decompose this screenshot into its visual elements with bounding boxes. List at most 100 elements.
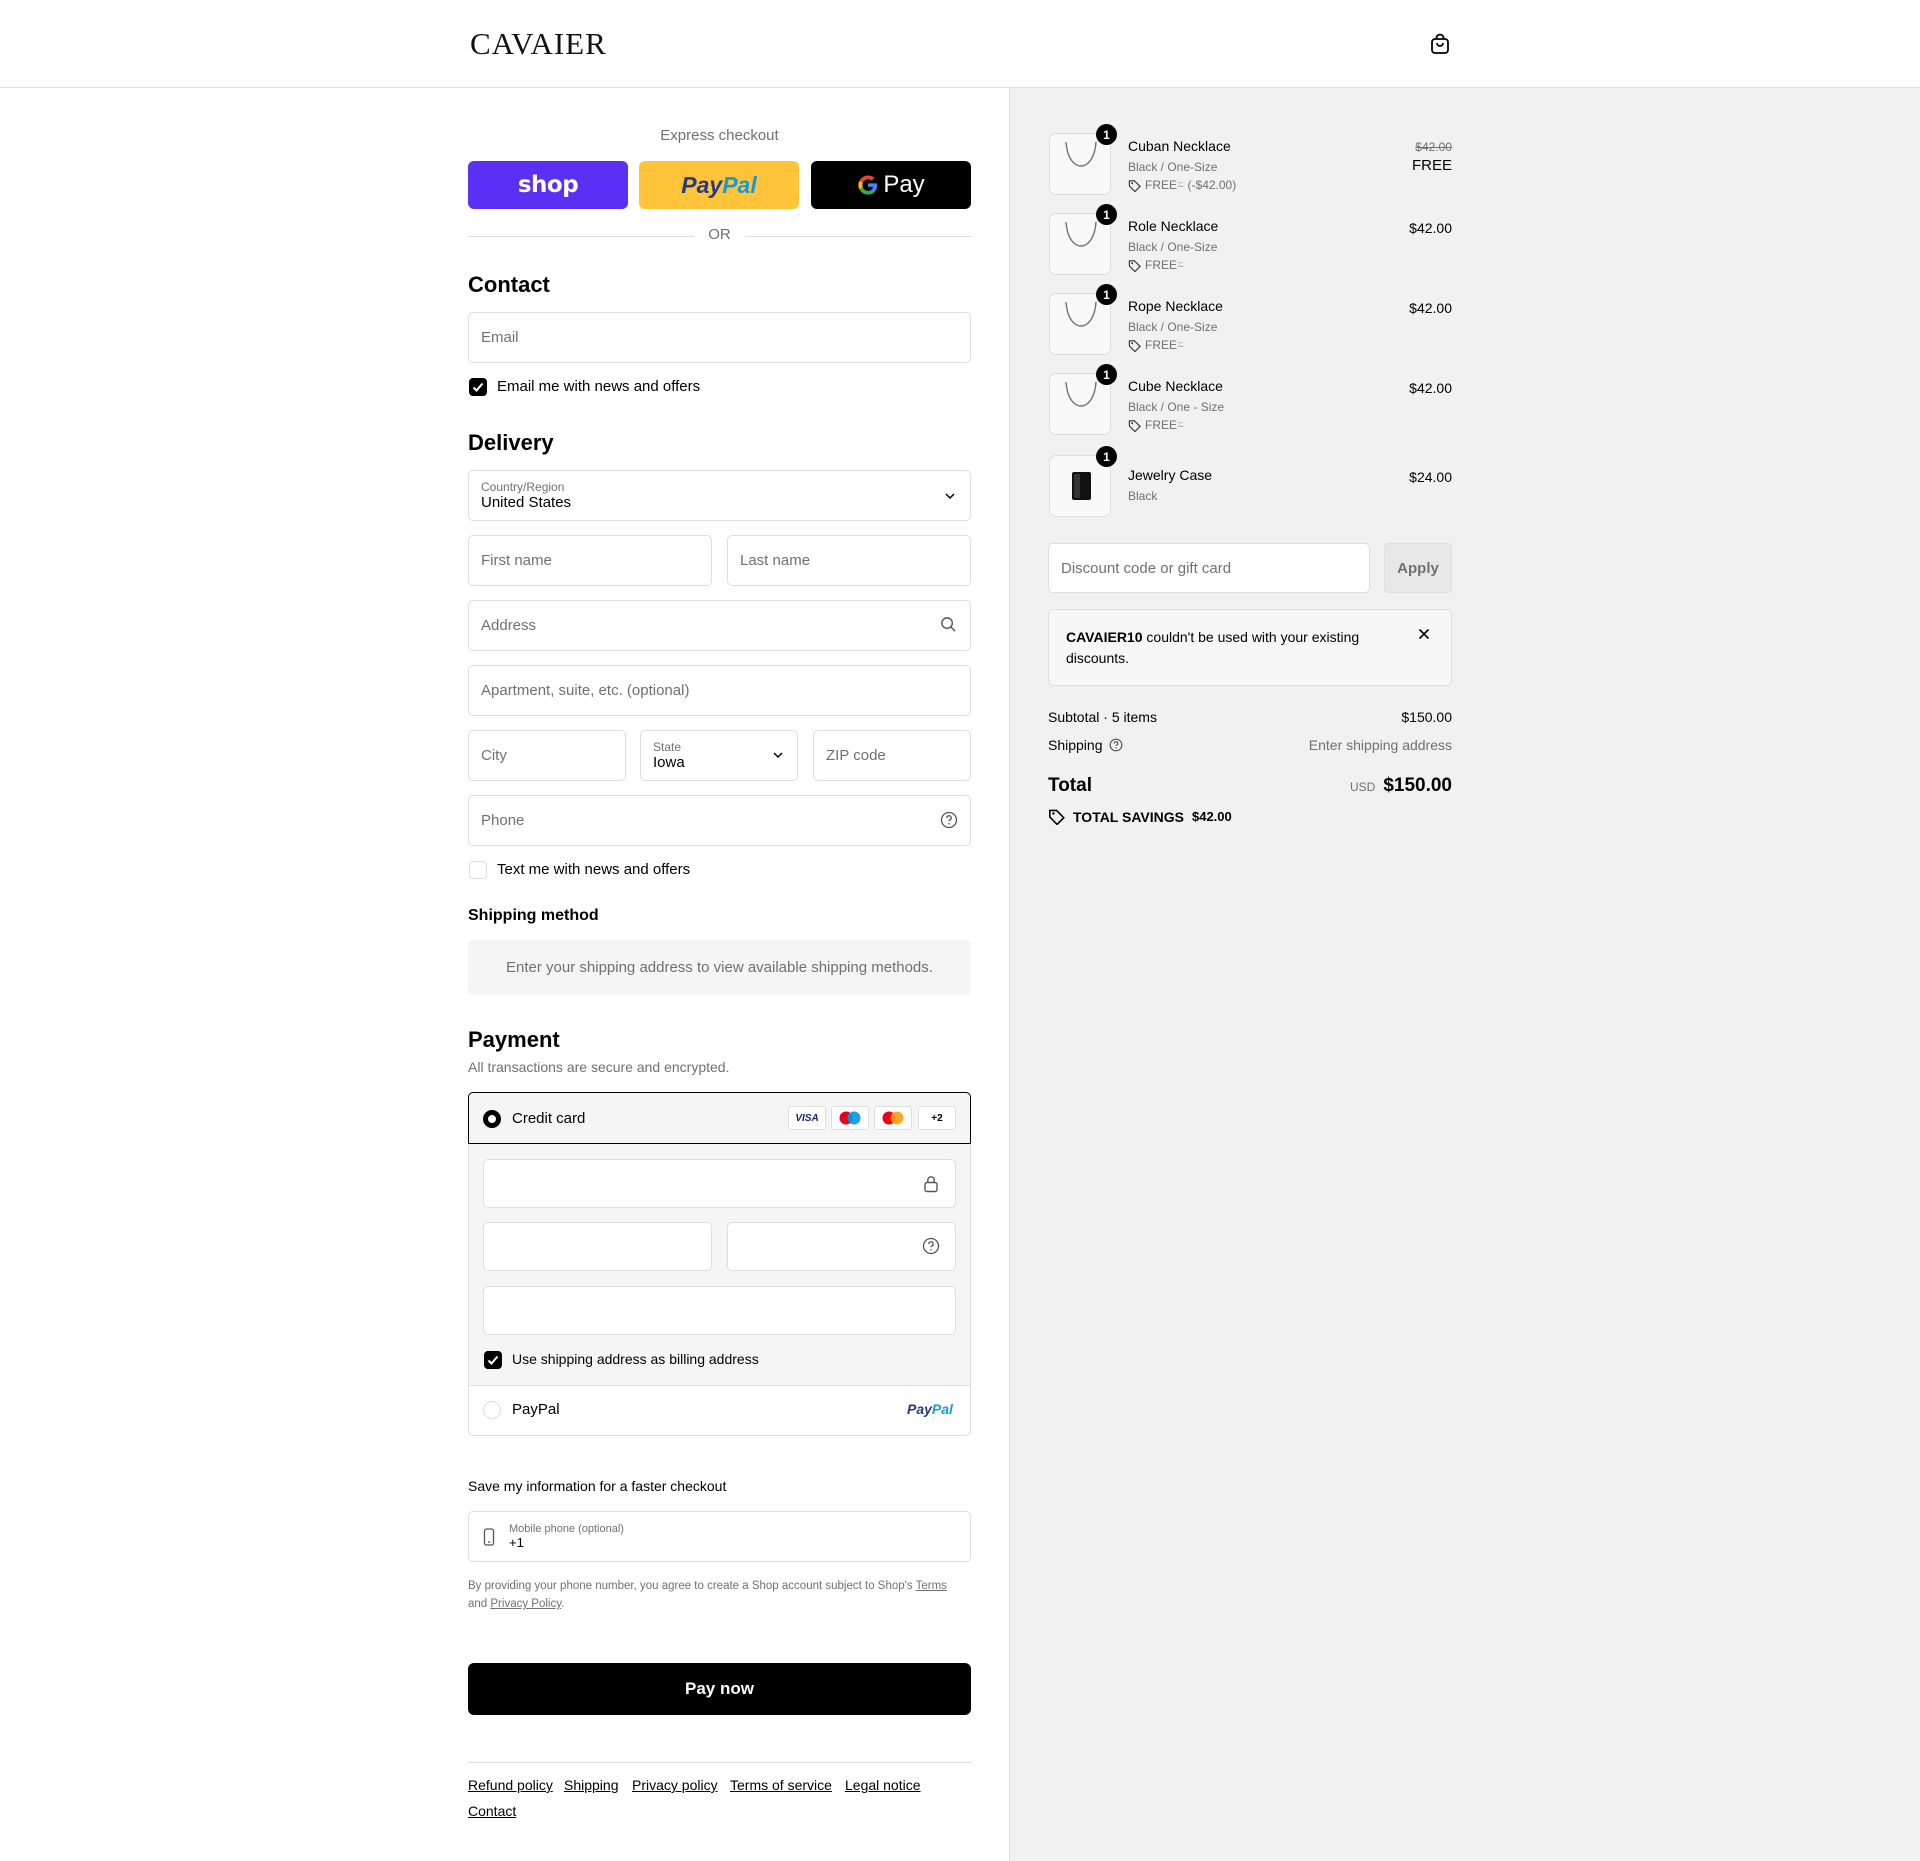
zip-field[interactable]: ZIP code [813,730,971,781]
currency-code: USD [1349,780,1376,794]
address-field[interactable]: Address [468,600,971,651]
quantity-badge: 1 [1096,364,1117,385]
email-field[interactable]: Email [468,312,971,363]
maestro-icon [839,1111,861,1125]
visa-logo: VISA [788,1106,826,1130]
apartment-field[interactable]: Apartment, suite, etc. (optional) [468,665,971,716]
tag-icon [1049,809,1065,825]
paypal-express-button[interactable]: PayPal [639,161,799,209]
phone-field[interactable]: Phone [468,795,971,846]
country-select[interactable]: Country/Region United States [468,470,971,521]
legal-and: and [468,1598,488,1610]
state-value: Iowa [653,754,685,771]
item-discount: FREE⍨ (-$42.00) [1128,178,1236,193]
discount-code-field[interactable]: Discount code or gift card [1048,543,1370,593]
country-value: United States [481,494,572,511]
product-thumbnail: 1 [1049,204,1117,275]
shop-terms-link[interactable]: Terms [916,1580,947,1592]
quantity-badge: 1 [1096,446,1117,467]
contact-link[interactable]: Contact [468,1803,516,1819]
quantity-badge: 1 [1096,284,1117,305]
more-cards-badge: +2 [918,1106,956,1130]
shopping-bag-icon[interactable] [1428,32,1452,56]
name-on-card-field[interactable] [483,1286,956,1335]
item-variant: Black / One-Size [1128,240,1218,254]
google-pay-label: Pay [883,171,925,198]
discount-label: FREE⍨ [1145,418,1185,432]
close-icon[interactable] [1417,627,1431,641]
total-amount: USD $150.00 [1350,775,1452,797]
terms-of-service-link[interactable]: Terms of service [730,1777,832,1793]
discount-code-placeholder: Discount code or gift card [1061,559,1232,577]
help-circle-icon[interactable] [940,811,958,829]
item-price: FREE [1411,157,1452,174]
footer-divider [468,1762,971,1763]
discount-label: FREE⍨ (-$42.00) [1145,178,1237,192]
item-price: $24.00 [1409,469,1452,485]
last-name-field[interactable]: Last name [727,535,971,586]
item-name: Jewelry Case [1128,467,1213,483]
item-discount: FREE⍨ [1128,338,1184,353]
google-g-icon [858,175,878,195]
billing-address-checkbox[interactable] [484,1351,502,1369]
save-info-heading: Save my information for a faster checkou… [468,1478,727,1494]
email-placeholder: Email [481,329,519,346]
google-pay-button[interactable]: Pay [811,161,971,209]
help-circle-icon[interactable] [922,1237,940,1255]
legal-text: By providing your phone number, you agre… [468,1580,913,1592]
item-price: $42.00 [1409,380,1452,396]
shop-privacy-link[interactable]: Privacy Policy [490,1598,561,1610]
chevron-down-icon [945,493,955,500]
item-name: Cube Necklace [1128,378,1223,394]
total-value: $150.00 [1383,775,1452,796]
checkmark-icon [472,382,484,392]
help-circle-icon[interactable] [1109,738,1123,752]
subtotal-label: Subtotal · 5 items [1048,709,1157,725]
shipping-policy-link[interactable]: Shipping [564,1777,619,1793]
search-icon [941,617,956,632]
refund-policy-link[interactable]: Refund policy [468,1777,553,1793]
discount-error-notice: CAVAIER10 couldn't be used with your exi… [1048,609,1452,686]
product-thumbnail: 1 [1049,364,1117,435]
maestro-logo [831,1106,869,1130]
chevron-down-icon [773,752,783,759]
item-discount: FREE⍨ [1128,418,1184,433]
last-name-placeholder: Last name [740,552,811,569]
city-field[interactable]: City [468,730,626,781]
card-number-field[interactable] [483,1159,956,1208]
contact-heading: Contact [468,272,550,297]
mobile-phone-field[interactable]: Mobile phone (optional) +1 [468,1511,971,1562]
notice-code: CAVAIER10 [1066,629,1143,645]
item-name: Role Necklace [1128,218,1219,234]
email-news-checkbox[interactable] [469,378,487,396]
order-summary-panel [1009,88,1920,1861]
shop-pay-logo: shop [517,172,579,198]
discount-label: FREE⍨ [1145,338,1185,352]
apply-discount-button[interactable]: Apply [1384,543,1452,593]
quantity-badge: 1 [1096,204,1117,225]
legal-notice-link[interactable]: Legal notice [845,1777,921,1793]
tag-icon [1128,340,1141,352]
mobile-phone-icon [483,1528,495,1546]
billing-address-label: Use shipping address as billing address [512,1351,759,1367]
apartment-placeholder: Apartment, suite, etc. (optional) [481,682,690,699]
paypal-logo: PayPal [681,171,757,198]
privacy-policy-link[interactable]: Privacy policy [632,1777,718,1793]
pay-now-button[interactable]: Pay now [468,1663,971,1715]
paypal-radio[interactable] [483,1401,501,1419]
text-news-label: Text me with news and offers [497,861,691,878]
header: CAVAIER [0,0,1920,88]
credit-card-radio[interactable] [483,1110,501,1128]
shop-pay-button[interactable]: shop [468,161,628,209]
mobile-phone-value: +1 [509,1535,524,1550]
text-news-checkbox[interactable] [469,861,487,879]
paypal-option-label: PayPal [512,1401,560,1418]
store-logo[interactable]: CAVAIER [470,26,607,62]
shipping-method-heading: Shipping method [468,907,599,924]
payment-subtitle: All transactions are secure and encrypte… [468,1059,730,1075]
item-variant: Black / One-Size [1128,160,1218,174]
item-variant: Black / One-Size [1128,320,1218,334]
item-discount: FREE⍨ [1128,258,1184,273]
expiration-field[interactable] [483,1222,712,1271]
first-name-field[interactable]: First name [468,535,712,586]
